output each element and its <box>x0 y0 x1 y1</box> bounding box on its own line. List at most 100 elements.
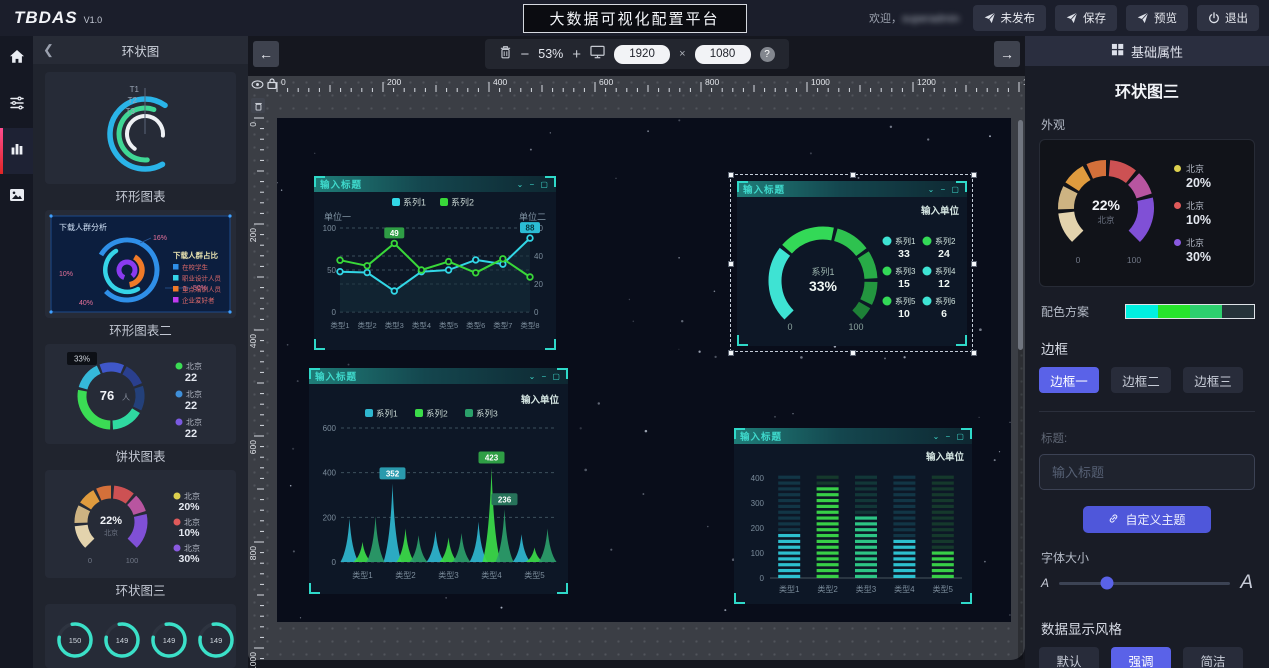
save-button[interactable]: 保存 <box>1055 5 1117 31</box>
svg-text:0: 0 <box>248 122 258 127</box>
thumbnail-donut-chart[interactable]: 22%北京0100北京20%北京10%北京30% <box>45 470 236 578</box>
svg-text:76: 76 <box>100 388 114 403</box>
widget-gauge-chart[interactable]: 输入标题⌄ − ▢ 输入单位系列133%0100系列133系列224系列315系… <box>737 181 967 346</box>
ruler-corner <box>248 78 276 92</box>
svg-text:423: 423 <box>485 454 499 463</box>
corner-bracket <box>309 583 320 594</box>
scheme-swatch[interactable] <box>1126 305 1158 318</box>
delete-guide-button[interactable] <box>251 98 265 113</box>
svg-text:100: 100 <box>848 322 863 332</box>
svg-text:类型4: 类型4 <box>481 570 502 580</box>
home-icon <box>9 49 25 69</box>
canvas-toolbar: − 53% + × ? <box>485 39 789 69</box>
border-label: 边框 <box>1041 338 1253 358</box>
title-input[interactable] <box>1039 454 1255 490</box>
svg-text:单位二: 单位二 <box>519 211 546 222</box>
left-icon-rail <box>0 36 33 668</box>
custom-theme-button[interactable]: 自定义主题 <box>1083 506 1211 533</box>
style-option-emphasis[interactable]: 强调 <box>1111 647 1171 668</box>
svg-text:33%: 33% <box>74 355 90 364</box>
scheme-swatch[interactable] <box>1222 305 1254 318</box>
canvas-scrollbar[interactable] <box>1018 120 1023 660</box>
svg-text:类型1: 类型1 <box>352 570 373 580</box>
svg-text:16%: 16% <box>153 235 167 242</box>
help-icon[interactable]: ? <box>760 47 775 62</box>
nav-forward-button[interactable]: → <box>994 41 1020 67</box>
svg-text:33: 33 <box>898 248 910 260</box>
artboard[interactable]: 输入标题⌄ − ▢ 系列1系列2单位一单位二10050060402004988类… <box>277 118 1011 622</box>
arrow-right-icon: → <box>1000 46 1014 62</box>
canvas-height-input[interactable] <box>695 45 751 64</box>
zoom-in-button[interactable]: + <box>572 46 581 63</box>
border-option-3[interactable]: 边框三 <box>1183 367 1243 393</box>
lock-icon[interactable] <box>267 76 277 94</box>
svg-text:149: 149 <box>163 636 176 645</box>
svg-text:类型1: 类型1 <box>330 320 349 330</box>
color-scheme-swatches[interactable] <box>1125 304 1255 319</box>
svg-text:49: 49 <box>390 229 399 238</box>
widget-header[interactable]: 输入标题⌄ − ▢ <box>737 181 967 197</box>
svg-text:0: 0 <box>1076 255 1081 265</box>
rail-item-home[interactable] <box>0 36 33 82</box>
thumbnail-pie-chart[interactable]: 33%76人北京22北京22北京22 <box>45 344 236 444</box>
widget-header[interactable]: 输入标题⌄ − ▢ <box>734 428 972 444</box>
widget-header[interactable]: 输入标题⌄ − ▢ <box>314 176 556 192</box>
widget-dashed-bars[interactable]: 输入标题⌄ − ▢ 输入单位4003002001000类型1类型2类型3类型4类… <box>734 428 972 604</box>
eye-icon[interactable] <box>251 76 264 94</box>
paper-plane-icon <box>1066 12 1078 24</box>
widget-spike-chart[interactable]: 输入标题⌄ − ▢ 输入单位系列1系列2系列360040020003524232… <box>309 368 568 594</box>
svg-text:0: 0 <box>332 558 337 567</box>
svg-text:400: 400 <box>323 469 337 478</box>
widget-line-chart[interactable]: 输入标题⌄ − ▢ 系列1系列2单位一单位二10050060402004988类… <box>314 176 556 350</box>
trash-icon[interactable] <box>499 45 512 64</box>
svg-text:24: 24 <box>938 248 950 260</box>
svg-text:33%: 33% <box>809 278 838 294</box>
svg-text:400: 400 <box>751 474 765 483</box>
thumbnail-ring-chart-2[interactable]: 下载人群分析16%10%40%50%下载人群占比在校学生职业设计人员重点培训人员… <box>45 210 236 318</box>
monitor-icon <box>590 45 605 64</box>
svg-text:类型2: 类型2 <box>358 320 377 330</box>
legend-item: 北京 30% <box>1174 236 1211 264</box>
bar-chart-icon <box>9 141 25 161</box>
svg-text:类型4: 类型4 <box>412 320 431 330</box>
scrollbar-thumb[interactable] <box>1018 120 1023 350</box>
border-options: 边框一 边框二 边框三 <box>1039 367 1255 393</box>
svg-text:149: 149 <box>116 636 129 645</box>
corner-bracket <box>734 593 745 604</box>
ring-chart-2-thumb-svg: 下载人群分析16%10%40%50%下载人群占比在校学生职业设计人员重点培训人员… <box>45 210 236 318</box>
preview-button[interactable]: 预览 <box>1126 5 1188 31</box>
svg-text:T2: T2 <box>128 96 138 105</box>
style-option-default[interactable]: 默认 <box>1039 647 1099 668</box>
publish-button[interactable]: 未发布 <box>973 5 1047 31</box>
username: superadmin <box>902 13 959 25</box>
rail-item-settings[interactable] <box>0 82 33 128</box>
slider-thumb[interactable] <box>1100 577 1113 590</box>
svg-text:系列1: 系列1 <box>895 236 916 246</box>
border-option-1[interactable]: 边框一 <box>1039 367 1099 393</box>
nav-back-button[interactable]: ← <box>253 41 279 67</box>
logout-button[interactable]: 退出 <box>1197 5 1259 31</box>
thumbnail-ring-gauges[interactable]: 150149149149 <box>45 604 236 668</box>
rail-item-images[interactable] <box>0 174 33 220</box>
spike-chart-svg: 输入单位系列1系列2系列36004002000352423236类型1类型2类型… <box>309 384 568 594</box>
border-option-2[interactable]: 边框二 <box>1111 367 1171 393</box>
svg-text:20%: 20% <box>178 501 200 513</box>
zoom-out-button[interactable]: − <box>521 46 530 63</box>
widget-header[interactable]: 输入标题⌄ − ▢ <box>309 368 568 384</box>
scheme-swatch[interactable] <box>1190 305 1222 318</box>
svg-text:800: 800 <box>248 546 258 560</box>
scheme-swatch[interactable] <box>1158 305 1190 318</box>
svg-text:输入单位: 输入单位 <box>921 205 960 217</box>
component-list: T1T2T3 环形图表 下载人群分析16%10%40%50%下载人群占比在校学生… <box>33 64 248 668</box>
rail-item-charts[interactable] <box>0 128 33 174</box>
logo-text: TBDAS <box>14 8 78 28</box>
back-chevron-icon[interactable]: ❮ <box>43 42 54 58</box>
svg-text:输入单位: 输入单位 <box>521 394 560 406</box>
canvas-width-input[interactable] <box>614 45 670 64</box>
thumbnail-ring-chart[interactable]: T1T2T3 <box>45 72 236 184</box>
svg-text:10: 10 <box>898 308 910 320</box>
svg-text:类型4: 类型4 <box>894 584 915 594</box>
svg-text:系列1: 系列1 <box>403 197 426 208</box>
style-option-simple[interactable]: 简洁 <box>1183 647 1243 668</box>
font-size-slider[interactable] <box>1059 582 1230 585</box>
